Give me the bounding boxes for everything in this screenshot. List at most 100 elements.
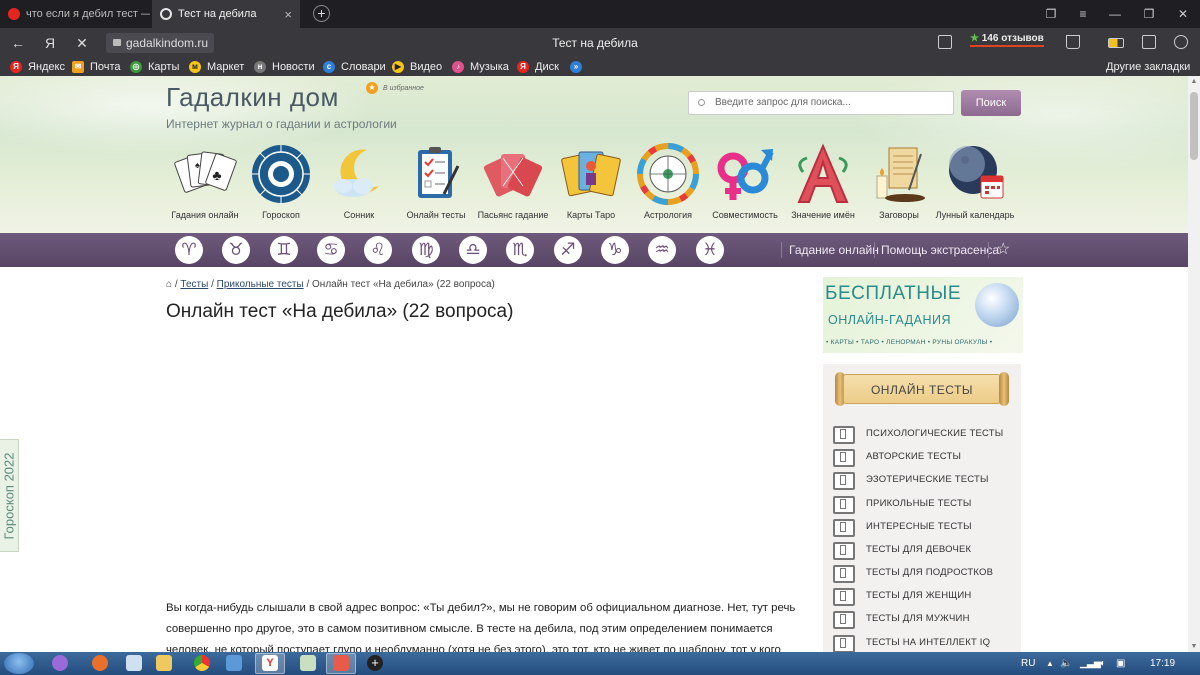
bookmark-market[interactable]: м Маркет [189, 58, 244, 76]
category-name-meaning[interactable]: Значение имён [783, 142, 863, 220]
free-fortune-banner[interactable]: БЕСПЛАТНЫЕ ОНЛАЙН-ГАДАНИЯ • КАРТЫ • ТАРО… [823, 277, 1023, 353]
favorites-star-icon[interactable]: ☆ [996, 233, 1010, 267]
tab-current[interactable]: Тест на дебила × [152, 0, 300, 28]
app-icon[interactable] [226, 655, 242, 671]
bookmark-yandex[interactable]: Я Яндекс [10, 58, 65, 76]
test-card-icon [831, 540, 855, 560]
category-solitaire[interactable]: Пасьянс гадание [473, 142, 553, 220]
bookmark-more-icon[interactable]: » [570, 58, 588, 76]
scroll-up-icon[interactable]: ▲ [1188, 78, 1200, 85]
bookmark-dictionaries[interactable]: с Словари [323, 58, 386, 76]
sidebar-item-funny[interactable]: Прикольные тесты [831, 492, 1017, 514]
add-to-favorites[interactable]: ★ В избранное [366, 82, 424, 94]
sidebar-item-girls[interactable]: Тесты для девочек [831, 538, 1017, 560]
extensions-icon[interactable] [1142, 35, 1156, 49]
category-moon-calendar[interactable]: Лунный календарь [935, 142, 1015, 220]
tab-search-results[interactable]: что если я дебил тест — Я × [0, 0, 150, 28]
banner-subtitle: ОНЛАЙН-ГАДАНИЯ [828, 313, 951, 327]
sidebar-item-interesting[interactable]: Интересные тесты [831, 515, 1017, 537]
breadcrumb-funny-tests[interactable]: Прикольные тесты [217, 279, 304, 290]
zodiac-pisces-icon[interactable]: ♓ [696, 236, 724, 264]
sidebar-item-men[interactable]: Тесты для мужчин [831, 607, 1017, 629]
url-field[interactable]: gadalkindom.ru [106, 33, 215, 53]
chrome-icon[interactable] [194, 655, 210, 671]
category-tarot[interactable]: Карты Таро [551, 142, 631, 220]
category-compatibility[interactable]: Совместимость [705, 142, 785, 220]
other-bookmarks[interactable]: Другие закладки▼ [1106, 58, 1200, 76]
zodiac-scorpio-icon[interactable]: ♏ [506, 236, 534, 264]
zodiac-aries-icon[interactable]: ♈ [175, 236, 203, 264]
zodiac-leo-icon[interactable]: ♌ [364, 236, 392, 264]
download-icon[interactable] [1174, 35, 1188, 49]
zodiac-capricorn-icon[interactable]: ♑ [601, 236, 629, 264]
page-scrollbar[interactable]: ▲ ▼ [1188, 76, 1200, 652]
zodiac-sagittarius-icon[interactable]: ♐ [554, 236, 582, 264]
horoscope-2022-tab[interactable]: Гороскоп 2022 [0, 439, 19, 552]
category-horoscope[interactable]: Гороскоп [241, 142, 321, 220]
battery-icon[interactable] [1108, 38, 1124, 48]
sidebar-item-iq[interactable]: Тесты на интеллект IQ [831, 631, 1017, 652]
tab-label: что если я дебил тест — Я [26, 8, 150, 20]
back-button[interactable]: ← [4, 28, 32, 58]
new-tab-button[interactable]: + [313, 5, 330, 22]
sidebar-item-psychological[interactable]: Психологические тесты [831, 422, 1017, 444]
bookmark-maps[interactable]: ◎ Карты [130, 58, 179, 76]
sidebar-item-esoteric[interactable]: Эзотерические тесты [831, 468, 1017, 490]
volume-icon[interactable]: 🔈 [1060, 652, 1072, 675]
close-tab-icon[interactable]: × [284, 7, 292, 22]
reviews-badge[interactable]: ★ 146 отзывов [970, 33, 1044, 47]
minimize-button[interactable]: — [1098, 0, 1132, 28]
scroll-down-icon[interactable]: ▼ [1188, 643, 1200, 650]
app-icon[interactable] [92, 655, 108, 671]
add-icon[interactable]: + [367, 655, 383, 671]
bookmark-music[interactable]: ♪ Музыка [452, 58, 509, 76]
zodiac-aquarius-icon[interactable]: ♒ [648, 236, 676, 264]
nav-link-psychic-help[interactable]: Помощь экстрасенса [881, 233, 999, 267]
home-icon[interactable]: ⌂ [166, 279, 172, 290]
menu-icon[interactable]: ≡ [1066, 0, 1100, 28]
sidebar-item-women[interactable]: Тесты для женщин [831, 584, 1017, 606]
breadcrumb-tests[interactable]: Тесты [180, 279, 208, 290]
alice-icon[interactable] [52, 655, 68, 671]
start-button[interactable] [4, 653, 34, 674]
tray-expand-icon[interactable]: ▲ [1046, 652, 1054, 675]
collections-icon[interactable]: ❐ [1034, 0, 1068, 28]
scrollbar-thumb[interactable] [1190, 92, 1198, 160]
clock[interactable]: 17:19 [1150, 652, 1175, 675]
bookmark-news[interactable]: н Новости [254, 58, 315, 76]
site-logo-title[interactable]: Гадалкин дом [166, 82, 339, 113]
notifications-icon[interactable]: ▣ [1116, 652, 1125, 675]
horoscope-tab-label: Гороскоп 2022 [1, 452, 17, 539]
language-indicator[interactable]: RU [1021, 652, 1035, 675]
sidebar-item-label: Интересные тесты [866, 520, 972, 532]
search-input[interactable]: Введите запрос для поиска... [688, 91, 954, 115]
sidebar-item-authors[interactable]: Авторские тесты [831, 445, 1017, 467]
zodiac-cancer-icon[interactable]: ♋ [317, 236, 345, 264]
zodiac-taurus-icon[interactable]: ♉ [222, 236, 250, 264]
zodiac-virgo-icon[interactable]: ♍ [412, 236, 440, 264]
category-spells[interactable]: Заговоры [859, 142, 939, 220]
speaker-icon[interactable]: ◐ [1100, 652, 1106, 675]
zodiac-gemini-icon[interactable]: ♊ [270, 236, 298, 264]
app-icon[interactable] [300, 655, 316, 671]
category-fortune-telling[interactable]: ♣ ♠ Гадания онлайн [165, 142, 245, 220]
nav-link-fortune-online[interactable]: Гадание онлайн [789, 233, 879, 267]
category-dream-book[interactable]: Сонник [319, 142, 399, 220]
shield-icon[interactable] [938, 35, 952, 49]
yandex-button[interactable]: Я [36, 28, 64, 58]
restore-button[interactable]: ❐ [1132, 0, 1166, 28]
network-icon[interactable]: ▁▃▅ [1080, 652, 1101, 675]
explorer-icon[interactable] [156, 655, 172, 671]
bookmark-mail[interactable]: ✉ Почта [72, 58, 121, 76]
bookmark-disk[interactable]: Я Диск [517, 58, 559, 76]
category-online-tests[interactable]: Онлайн тесты [396, 142, 476, 220]
sidebar-item-teens[interactable]: Тесты для подростков [831, 561, 1017, 583]
search-button[interactable]: Поиск [961, 90, 1021, 116]
close-window-button[interactable]: ✕ [1166, 0, 1200, 28]
zodiac-libra-icon[interactable]: ♎ [459, 236, 487, 264]
stop-button[interactable]: ✕ [68, 28, 96, 58]
bookmark-icon[interactable] [1066, 35, 1080, 49]
bookmark-video[interactable]: ▶ Видео [392, 58, 442, 76]
window-icon[interactable] [126, 655, 142, 671]
category-astrology[interactable]: Астрология [628, 142, 708, 220]
